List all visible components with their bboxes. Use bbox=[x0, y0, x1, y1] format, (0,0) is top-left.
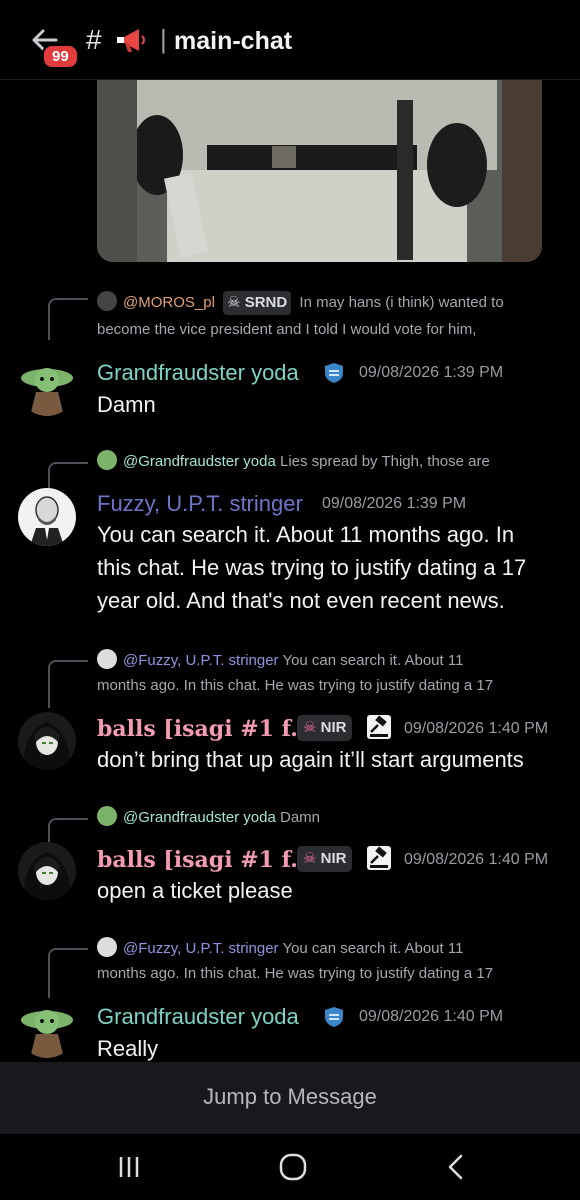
gavel-icon[interactable] bbox=[367, 715, 391, 739]
reply-preview[interactable]: @MOROS_pl ☠ SRND In may hans (i think) w… bbox=[97, 291, 557, 315]
reply-avatar bbox=[97, 806, 117, 826]
reply-avatar bbox=[97, 937, 117, 957]
reply-connector bbox=[48, 948, 88, 998]
message-content: Damn bbox=[97, 392, 156, 417]
avatar[interactable] bbox=[18, 1000, 76, 1058]
reply-mention[interactable]: @Fuzzy, U.P.T. stringer bbox=[123, 940, 279, 957]
reply-preview[interactable]: @Grandfraudster yoda Lies spread by Thig… bbox=[97, 450, 567, 474]
message-line: year old. And that's not even recent new… bbox=[97, 588, 505, 613]
reply-connector bbox=[48, 298, 88, 340]
skull-icon: ☠ bbox=[303, 850, 317, 867]
user-tag-label: NIR bbox=[320, 719, 347, 736]
header-separator: | bbox=[160, 24, 167, 54]
message-content: don’t bring that up again it’ll start ar… bbox=[97, 747, 524, 772]
username[interactable]: Fuzzy, U.P.T. stringer bbox=[97, 491, 303, 517]
reply-preview[interactable]: @Fuzzy, U.P.T. stringer You can search i… bbox=[97, 649, 567, 673]
message-line: this chat. He was trying to justify dati… bbox=[97, 555, 527, 580]
reply-avatar bbox=[97, 450, 117, 470]
system-nav-bar bbox=[0, 1134, 580, 1200]
jump-to-message-button[interactable]: Jump to Message bbox=[0, 1084, 580, 1110]
avatar[interactable] bbox=[18, 842, 76, 900]
reply-preview[interactable]: @Grandfraudster yoda Damn bbox=[97, 806, 567, 830]
reply-mention[interactable]: @Fuzzy, U.P.T. stringer bbox=[123, 652, 279, 669]
reply-mention[interactable]: @Grandfraudster yoda bbox=[123, 453, 276, 470]
yoda-avatar-icon bbox=[21, 368, 73, 416]
username[interactable]: Grandfraudster yoda bbox=[97, 360, 299, 386]
message-line: You can search it. About 11 months ago. … bbox=[97, 522, 515, 547]
reply-text-line2: become the vice president and I told I w… bbox=[97, 321, 477, 338]
reply-connector bbox=[48, 818, 88, 842]
nav-back-icon[interactable] bbox=[440, 1150, 474, 1184]
megaphone-icon bbox=[117, 29, 145, 52]
timestamp: 09/08/2026 1:39 PM bbox=[322, 495, 467, 512]
reply-connector bbox=[48, 660, 88, 708]
shield-role-icon[interactable] bbox=[322, 361, 346, 385]
unread-badge: 99 bbox=[42, 44, 79, 69]
reply-avatar bbox=[97, 649, 117, 669]
jump-to-message-bar[interactable]: Jump to Message bbox=[0, 1062, 580, 1134]
reply-avatar bbox=[97, 291, 117, 311]
channel-header: 99 # | main-chat bbox=[0, 0, 580, 80]
home-icon[interactable] bbox=[276, 1150, 310, 1184]
channel-hash-icon: # bbox=[86, 24, 102, 55]
user-tag: ☠ NIR bbox=[297, 715, 353, 741]
recent-apps-icon[interactable] bbox=[112, 1150, 146, 1184]
reply-text-line2: months ago. In this chat. He was trying … bbox=[97, 965, 494, 982]
reply-mention[interactable]: @Grandfraudster yoda bbox=[123, 809, 276, 826]
reply-mention[interactable]: @MOROS_pl bbox=[123, 294, 215, 311]
gavel-icon[interactable] bbox=[367, 846, 391, 870]
fuzzy-avatar-icon bbox=[30, 496, 64, 546]
reply-text: You can search it. About 11 bbox=[282, 652, 464, 669]
reply-text: Lies spread by Thigh, those are bbox=[279, 453, 490, 470]
message-content: open a ticket please bbox=[97, 878, 293, 903]
avatar[interactable] bbox=[18, 488, 76, 546]
username[interactable]: balls [isagi #1 f... bbox=[97, 847, 313, 873]
reply-user-tag: ☠ SRND bbox=[223, 291, 292, 315]
username[interactable]: Grandfraudster yoda bbox=[97, 1004, 299, 1030]
embedded-photo-figure bbox=[97, 80, 542, 262]
shield-role-icon[interactable] bbox=[322, 1005, 346, 1029]
reply-connector bbox=[48, 462, 88, 488]
reply-text: Damn bbox=[279, 809, 320, 826]
timestamp: 09/08/2026 1:39 PM bbox=[359, 364, 504, 381]
embedded-image[interactable] bbox=[97, 80, 542, 262]
message-content: Really bbox=[97, 1036, 159, 1061]
skull-icon: ☠ bbox=[227, 294, 241, 311]
skull-icon: ☠ bbox=[303, 719, 317, 736]
avatar[interactable] bbox=[18, 712, 76, 770]
timestamp: 09/08/2026 1:40 PM bbox=[404, 720, 549, 737]
user-tag: ☠ NIR bbox=[297, 846, 353, 872]
user-tag-label: NIR bbox=[320, 850, 347, 867]
anime-avatar-icon bbox=[23, 852, 71, 900]
reply-text: In may hans (i think) wanted to bbox=[299, 294, 504, 311]
yoda-avatar-icon bbox=[21, 1010, 73, 1058]
avatar[interactable] bbox=[18, 358, 76, 416]
message-content: You can search it. About 11 months ago. … bbox=[97, 518, 567, 617]
reply-text-line2: months ago. In this chat. He was trying … bbox=[97, 677, 494, 694]
username[interactable]: balls [isagi #1 f... bbox=[97, 716, 313, 742]
reply-preview[interactable]: @Fuzzy, U.P.T. stringer You can search i… bbox=[97, 937, 567, 961]
timestamp: 09/08/2026 1:40 PM bbox=[404, 851, 549, 868]
reply-text: You can search it. About 11 bbox=[282, 940, 464, 957]
channel-name[interactable]: main-chat bbox=[174, 27, 292, 56]
timestamp: 09/08/2026 1:40 PM bbox=[359, 1008, 504, 1025]
anime-avatar-icon bbox=[23, 722, 71, 770]
reply-tag-label: SRND bbox=[244, 294, 288, 311]
